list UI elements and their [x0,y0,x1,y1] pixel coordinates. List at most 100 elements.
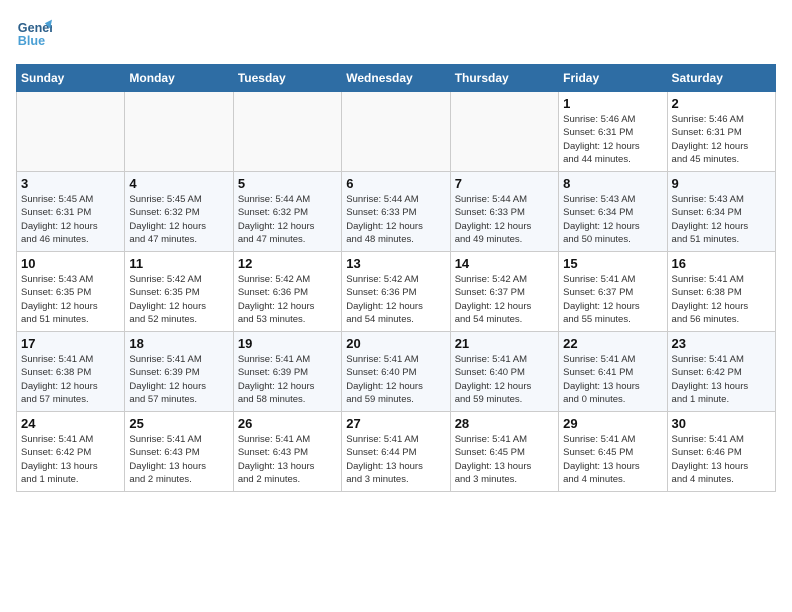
calendar-cell: 5 Sunrise: 5:44 AM Sunset: 6:32 PM Daylig… [233,172,341,252]
day-number: 17 [21,336,120,351]
day-info: Sunrise: 5:41 AM Sunset: 6:44 PM Dayligh… [346,433,445,486]
calendar-cell: 6 Sunrise: 5:44 AM Sunset: 6:33 PM Daylig… [342,172,450,252]
day-number: 10 [21,256,120,271]
day-number: 7 [455,176,554,191]
calendar-cell [450,92,558,172]
day-info: Sunrise: 5:41 AM Sunset: 6:43 PM Dayligh… [129,433,228,486]
calendar-cell [17,92,125,172]
day-number: 6 [346,176,445,191]
weekday-header: Sunday [17,65,125,92]
day-info: Sunrise: 5:43 AM Sunset: 6:34 PM Dayligh… [672,193,771,246]
calendar-cell: 7 Sunrise: 5:44 AM Sunset: 6:33 PM Daylig… [450,172,558,252]
calendar-cell: 20 Sunrise: 5:41 AM Sunset: 6:40 PM Dayli… [342,332,450,412]
day-info: Sunrise: 5:45 AM Sunset: 6:32 PM Dayligh… [129,193,228,246]
day-info: Sunrise: 5:41 AM Sunset: 6:45 PM Dayligh… [563,433,662,486]
weekday-header: Friday [559,65,667,92]
svg-text:Blue: Blue [18,34,45,48]
calendar-cell: 28 Sunrise: 5:41 AM Sunset: 6:45 PM Dayli… [450,412,558,492]
day-number: 24 [21,416,120,431]
logo: General Blue [16,16,52,52]
calendar-cell: 17Sunrise: 5:41 AM Sunset: 6:38 PM Dayli… [17,332,125,412]
weekday-header: Tuesday [233,65,341,92]
day-info: Sunrise: 5:41 AM Sunset: 6:42 PM Dayligh… [672,353,771,406]
weekday-header: Wednesday [342,65,450,92]
calendar-cell: 26 Sunrise: 5:41 AM Sunset: 6:43 PM Dayli… [233,412,341,492]
day-number: 5 [238,176,337,191]
calendar-cell: 9Sunrise: 5:43 AM Sunset: 6:34 PM Daylig… [667,172,775,252]
day-info: Sunrise: 5:41 AM Sunset: 6:39 PM Dayligh… [238,353,337,406]
day-info: Sunrise: 5:43 AM Sunset: 6:34 PM Dayligh… [563,193,662,246]
day-number: 16 [672,256,771,271]
day-number: 4 [129,176,228,191]
day-info: Sunrise: 5:42 AM Sunset: 6:37 PM Dayligh… [455,273,554,326]
calendar-week-row: 1 Sunrise: 5:46 AM Sunset: 6:31 PM Daylig… [17,92,776,172]
calendar-cell: 30 Sunrise: 5:41 AM Sunset: 6:46 PM Dayli… [667,412,775,492]
weekday-header: Monday [125,65,233,92]
day-info: Sunrise: 5:41 AM Sunset: 6:45 PM Dayligh… [455,433,554,486]
day-info: Sunrise: 5:41 AM Sunset: 6:40 PM Dayligh… [346,353,445,406]
day-info: Sunrise: 5:42 AM Sunset: 6:36 PM Dayligh… [238,273,337,326]
day-number: 30 [672,416,771,431]
calendar-body: 1 Sunrise: 5:46 AM Sunset: 6:31 PM Daylig… [17,92,776,492]
calendar-cell: 25 Sunrise: 5:41 AM Sunset: 6:43 PM Dayli… [125,412,233,492]
calendar-cell: 22 Sunrise: 5:41 AM Sunset: 6:41 PM Dayli… [559,332,667,412]
day-info: Sunrise: 5:41 AM Sunset: 6:46 PM Dayligh… [672,433,771,486]
day-info: Sunrise: 5:46 AM Sunset: 6:31 PM Dayligh… [563,113,662,166]
day-number: 18 [129,336,228,351]
day-info: Sunrise: 5:44 AM Sunset: 6:33 PM Dayligh… [455,193,554,246]
calendar-cell: 10 Sunrise: 5:43 AM Sunset: 6:35 PM Dayli… [17,252,125,332]
calendar-cell: 23 Sunrise: 5:41 AM Sunset: 6:42 PM Dayli… [667,332,775,412]
day-number: 20 [346,336,445,351]
day-number: 14 [455,256,554,271]
day-info: Sunrise: 5:44 AM Sunset: 6:32 PM Dayligh… [238,193,337,246]
day-number: 19 [238,336,337,351]
day-number: 28 [455,416,554,431]
day-info: Sunrise: 5:44 AM Sunset: 6:33 PM Dayligh… [346,193,445,246]
day-info: Sunrise: 5:41 AM Sunset: 6:37 PM Dayligh… [563,273,662,326]
day-info: Sunrise: 5:42 AM Sunset: 6:36 PM Dayligh… [346,273,445,326]
calendar-cell: 11 Sunrise: 5:42 AM Sunset: 6:35 PM Dayli… [125,252,233,332]
calendar-cell: 16 Sunrise: 5:41 AM Sunset: 6:38 PM Dayli… [667,252,775,332]
calendar-cell [125,92,233,172]
calendar-cell: 15Sunrise: 5:41 AM Sunset: 6:37 PM Dayli… [559,252,667,332]
day-number: 27 [346,416,445,431]
calendar-header-row: SundayMondayTuesdayWednesdayThursdayFrid… [17,65,776,92]
calendar-cell: 24Sunrise: 5:41 AM Sunset: 6:42 PM Dayli… [17,412,125,492]
day-info: Sunrise: 5:43 AM Sunset: 6:35 PM Dayligh… [21,273,120,326]
calendar-cell: 29 Sunrise: 5:41 AM Sunset: 6:45 PM Dayli… [559,412,667,492]
day-number: 21 [455,336,554,351]
calendar-table: SundayMondayTuesdayWednesdayThursdayFrid… [16,64,776,492]
calendar-week-row: 17Sunrise: 5:41 AM Sunset: 6:38 PM Dayli… [17,332,776,412]
calendar-week-row: 3Sunrise: 5:45 AM Sunset: 6:31 PM Daylig… [17,172,776,252]
day-number: 12 [238,256,337,271]
day-number: 8 [563,176,662,191]
day-number: 22 [563,336,662,351]
day-number: 26 [238,416,337,431]
calendar-cell: 18 Sunrise: 5:41 AM Sunset: 6:39 PM Dayli… [125,332,233,412]
calendar-cell [342,92,450,172]
weekday-header: Thursday [450,65,558,92]
day-info: Sunrise: 5:41 AM Sunset: 6:38 PM Dayligh… [672,273,771,326]
day-number: 1 [563,96,662,111]
calendar-cell: 21Sunrise: 5:41 AM Sunset: 6:40 PM Dayli… [450,332,558,412]
day-info: Sunrise: 5:41 AM Sunset: 6:43 PM Dayligh… [238,433,337,486]
day-number: 11 [129,256,228,271]
logo-icon: General Blue [16,16,52,52]
calendar-cell: 1 Sunrise: 5:46 AM Sunset: 6:31 PM Daylig… [559,92,667,172]
calendar-cell: 13Sunrise: 5:42 AM Sunset: 6:36 PM Dayli… [342,252,450,332]
day-info: Sunrise: 5:42 AM Sunset: 6:35 PM Dayligh… [129,273,228,326]
calendar-cell: 27 Sunrise: 5:41 AM Sunset: 6:44 PM Dayli… [342,412,450,492]
day-info: Sunrise: 5:41 AM Sunset: 6:41 PM Dayligh… [563,353,662,406]
day-info: Sunrise: 5:46 AM Sunset: 6:31 PM Dayligh… [672,113,771,166]
day-number: 2 [672,96,771,111]
day-info: Sunrise: 5:41 AM Sunset: 6:39 PM Dayligh… [129,353,228,406]
day-number: 23 [672,336,771,351]
page-header: General Blue [16,16,776,52]
calendar-cell: 2 Sunrise: 5:46 AM Sunset: 6:31 PM Daylig… [667,92,775,172]
calendar-cell: 4 Sunrise: 5:45 AM Sunset: 6:32 PM Daylig… [125,172,233,252]
calendar-cell: 12 Sunrise: 5:42 AM Sunset: 6:36 PM Dayli… [233,252,341,332]
day-number: 29 [563,416,662,431]
day-number: 25 [129,416,228,431]
calendar-cell: 14 Sunrise: 5:42 AM Sunset: 6:37 PM Dayli… [450,252,558,332]
calendar-week-row: 24Sunrise: 5:41 AM Sunset: 6:42 PM Dayli… [17,412,776,492]
